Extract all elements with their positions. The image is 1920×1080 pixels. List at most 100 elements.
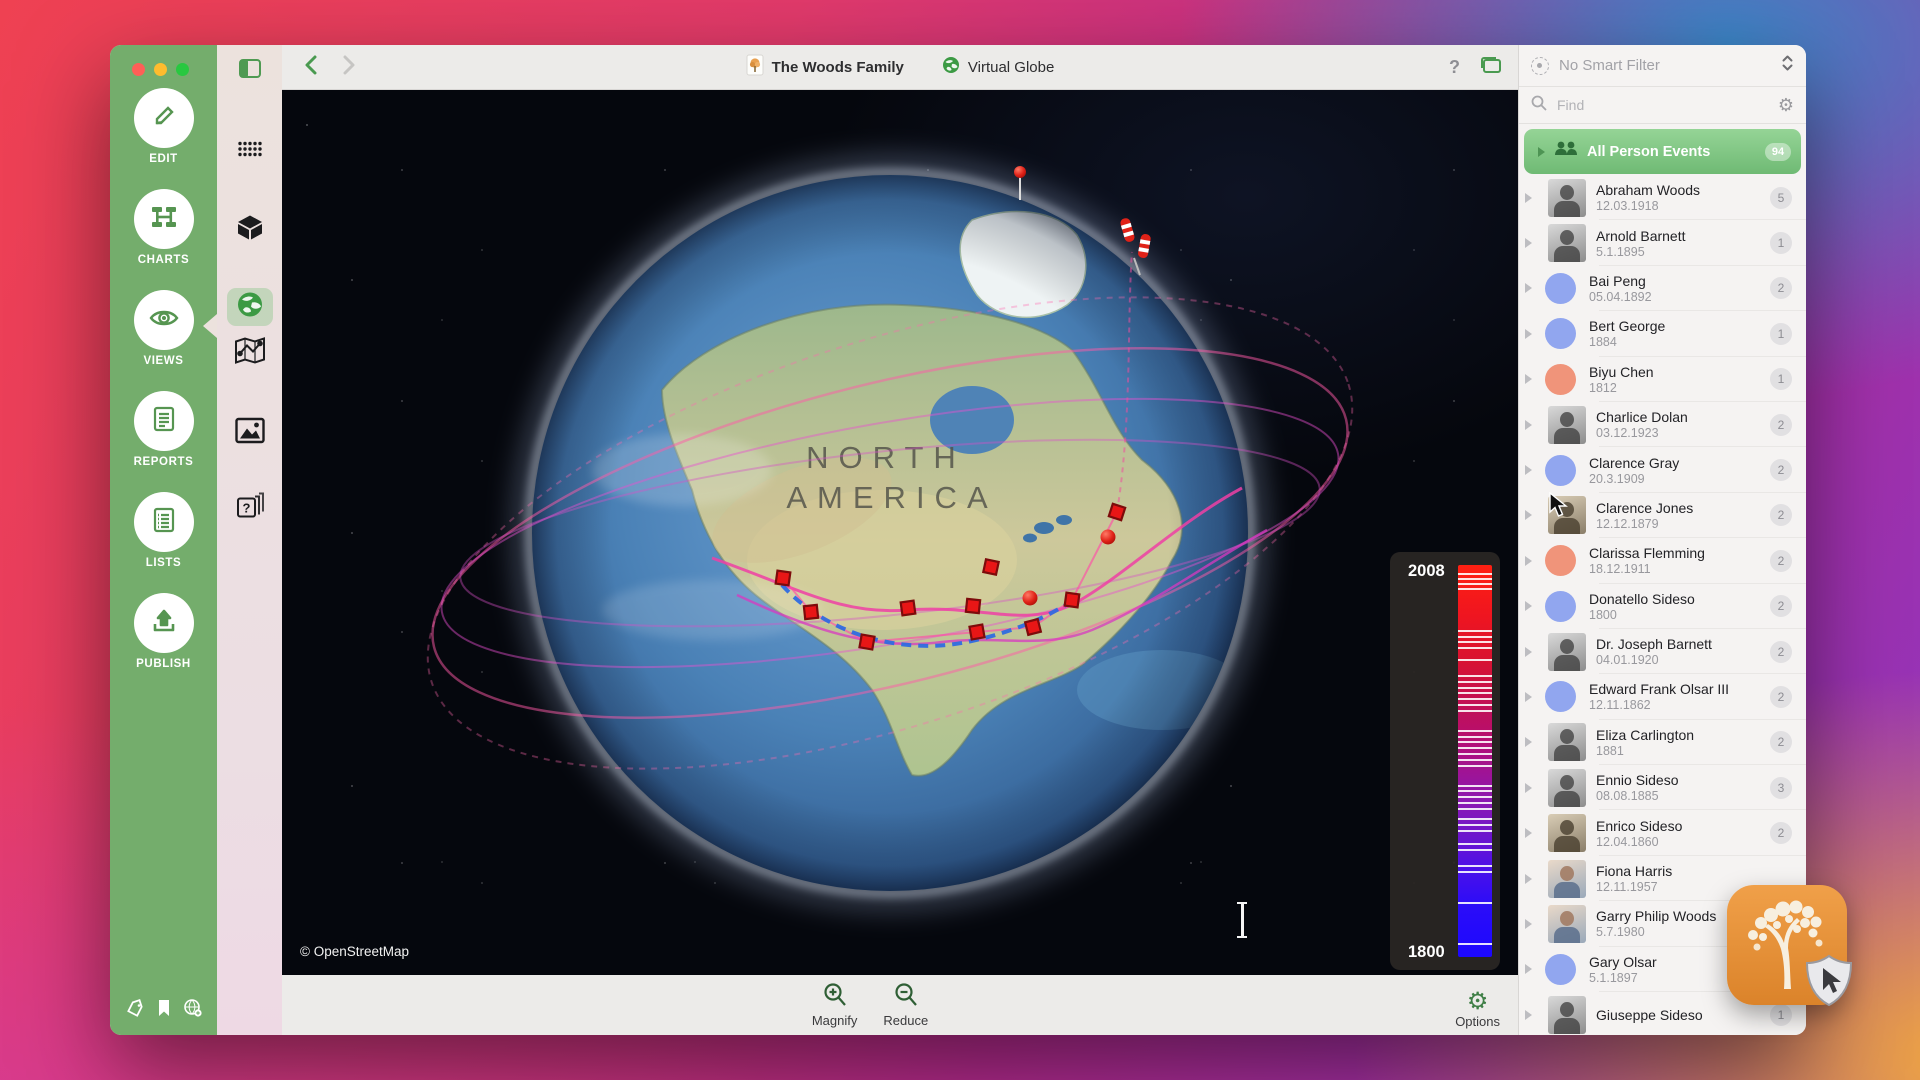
person-row[interactable]: Ennio Sideso 08.08.1885 3 — [1519, 765, 1806, 810]
person-name: Eliza Carlington — [1596, 727, 1760, 743]
person-row[interactable]: Biyu Chen 1812 1 — [1519, 357, 1806, 402]
tag-icon[interactable] — [126, 999, 145, 1023]
disclosure-triangle[interactable] — [1525, 238, 1532, 248]
person-row[interactable]: Donatello Sideso 1800 2 — [1519, 584, 1806, 629]
person-row[interactable]: Enrico Sideso 12.04.1860 2 — [1519, 810, 1806, 855]
reduce-button[interactable]: Reduce — [883, 982, 928, 1028]
sidebar-item-charts[interactable]: CHARTS — [110, 189, 217, 290]
event-count-badge: 2 — [1770, 550, 1792, 572]
options-button[interactable]: ⚙ Options — [1455, 990, 1500, 1029]
map-attribution: © OpenStreetMap — [300, 944, 409, 959]
search-settings-gear-icon[interactable]: ⚙ — [1778, 95, 1794, 116]
traffic-lights — [132, 63, 189, 76]
person-date: 1884 — [1589, 335, 1760, 349]
disclosure-triangle[interactable] — [1525, 919, 1532, 929]
virtual-globe-icon[interactable] — [236, 291, 264, 324]
primary-sidebar: EDIT CHARTS VIEWS — [110, 45, 217, 1035]
pencil-icon — [149, 101, 179, 136]
bookmark-icon[interactable] — [157, 999, 171, 1022]
disclosure-triangle[interactable] — [1525, 193, 1532, 203]
disclosure-triangle[interactable] — [1525, 783, 1532, 793]
shield-cursor-icon — [1800, 952, 1858, 1010]
disclosure-triangle[interactable] — [1525, 1010, 1532, 1020]
disclosure-triangle[interactable] — [1525, 283, 1532, 293]
person-name: Dr. Joseph Barnett — [1596, 636, 1760, 652]
avatar — [1548, 814, 1586, 852]
sidebar-item-edit[interactable]: EDIT — [110, 88, 217, 189]
route-map-icon[interactable] — [234, 337, 266, 370]
sidebar-item-publish[interactable]: PUBLISH — [110, 593, 217, 694]
disclosure-triangle[interactable] — [1525, 329, 1532, 339]
avatar — [1545, 273, 1576, 304]
person-date: 04.01.1920 — [1596, 653, 1760, 667]
avatar — [1545, 591, 1576, 622]
cube-3d-icon[interactable] — [235, 213, 265, 248]
disclosure-triangle[interactable] — [1525, 964, 1532, 974]
avatar — [1545, 545, 1576, 576]
person-row[interactable]: Edward Frank Olsar III 12.11.1862 2 — [1519, 674, 1806, 719]
all-person-events-row[interactable]: All Person Events 94 — [1524, 129, 1801, 174]
person-row[interactable]: Arnold Barnett 5.1.1895 1 — [1519, 220, 1806, 265]
person-row[interactable]: Bai Peng 05.04.1892 2 — [1519, 266, 1806, 311]
person-name: Bert George — [1589, 318, 1760, 334]
fullscreen-windows-icon[interactable] — [1480, 56, 1502, 79]
back-button[interactable] — [304, 55, 317, 80]
disclosure-triangle[interactable] — [1525, 647, 1532, 657]
sidebar-item-views[interactable]: VIEWS — [110, 290, 217, 391]
avatar — [1545, 364, 1576, 395]
person-row[interactable]: Charlice Dolan 03.12.1923 2 — [1519, 402, 1806, 447]
event-count-badge: 2 — [1770, 414, 1792, 436]
event-count-badge: 5 — [1770, 187, 1792, 209]
desktop: EDIT CHARTS VIEWS — [0, 0, 1920, 1080]
disclosure-triangle[interactable] — [1525, 556, 1532, 566]
person-row[interactable]: Clarence Gray 20.3.1909 2 — [1519, 447, 1806, 492]
globe-viewport[interactable]: NORTH AMERICA — [282, 90, 1518, 975]
disclosure-triangle[interactable] — [1525, 874, 1532, 884]
sidebar-item-lists[interactable]: LISTS — [110, 492, 217, 593]
close-button[interactable] — [132, 63, 145, 76]
disclosure-triangle[interactable] — [1525, 465, 1532, 475]
person-name: Clarence Jones — [1596, 500, 1760, 516]
person-row[interactable]: Bert George 1884 1 — [1519, 311, 1806, 356]
person-date: 1812 — [1589, 381, 1760, 395]
person-row[interactable]: Abraham Woods 12.03.1918 5 — [1519, 175, 1806, 220]
sidebar-item-reports[interactable]: REPORTS — [110, 391, 217, 492]
timeline-min-year: 1800 — [1408, 943, 1445, 962]
event-count-badge: 2 — [1770, 277, 1792, 299]
disclosure-triangle[interactable] — [1525, 601, 1532, 611]
disclosure-triangle[interactable] — [1525, 737, 1532, 747]
eye-icon — [147, 301, 181, 340]
globe-add-icon[interactable] — [183, 998, 203, 1023]
document-title[interactable]: The Woods Family — [746, 54, 904, 80]
disclosure-triangle[interactable] — [1525, 828, 1532, 838]
person-name: Edward Frank Olsar III — [1589, 681, 1760, 697]
help-icon[interactable]: ? — [1449, 57, 1460, 78]
app-grid-icon[interactable] — [237, 141, 263, 166]
find-input[interactable] — [1555, 96, 1770, 114]
view-title[interactable]: Virtual Globe — [942, 56, 1054, 78]
person-row[interactable]: Dr. Joseph Barnett 04.01.1920 2 — [1519, 629, 1806, 674]
disclosure-triangle[interactable] — [1525, 374, 1532, 384]
person-name: Bai Peng — [1589, 273, 1760, 289]
person-date: 12.12.1879 — [1596, 517, 1760, 531]
sidebar-toggle-icon[interactable] — [239, 59, 261, 83]
bottom-toolbar: Magnify Reduce ⚙ Options — [282, 975, 1518, 1035]
disclosure-triangle[interactable] — [1525, 510, 1532, 520]
disclosure-triangle[interactable] — [1525, 420, 1532, 430]
minimize-button[interactable] — [154, 63, 167, 76]
disclosure-triangle[interactable] — [1525, 692, 1532, 702]
timeline-legend: 2008 1800 — [1390, 552, 1500, 970]
list-doc-icon — [149, 505, 179, 540]
faq-pages-icon[interactable]: ? — [235, 490, 265, 525]
magnify-button[interactable]: Magnify — [812, 982, 858, 1028]
zoom-button[interactable] — [176, 63, 189, 76]
person-name: Clarence Gray — [1589, 455, 1760, 471]
avatar — [1548, 179, 1586, 217]
person-row[interactable]: Clarissa Flemming 18.12.1911 2 — [1519, 538, 1806, 583]
photo-icon[interactable] — [235, 418, 265, 449]
person-row[interactable]: Eliza Carlington 1881 2 — [1519, 720, 1806, 765]
forward-button[interactable] — [343, 55, 356, 80]
smart-filter-select[interactable]: No Smart Filter — [1519, 45, 1806, 87]
disclosure-triangle[interactable] — [1538, 147, 1545, 157]
person-name: Enrico Sideso — [1596, 818, 1760, 834]
